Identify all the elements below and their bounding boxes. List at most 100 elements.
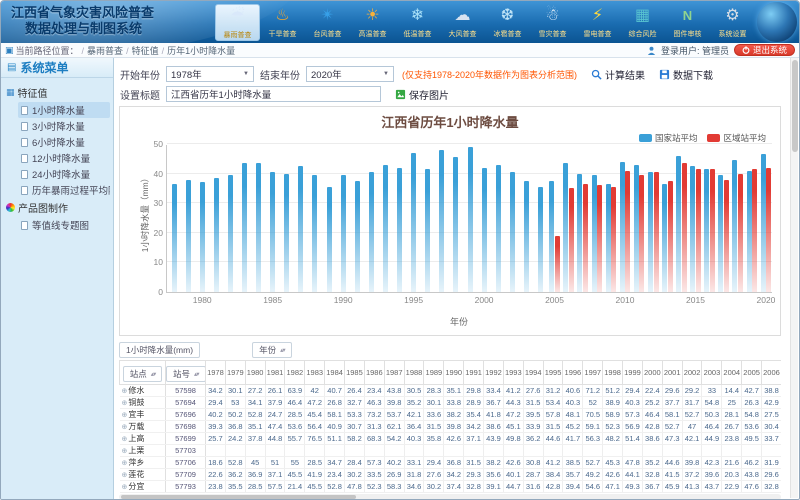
station-name-cell[interactable]: ⊕分宜 [120, 481, 166, 493]
nav-item-干旱普查[interactable]: ♨干旱普查 [260, 4, 305, 41]
sidebar-item-12小时降水量[interactable]: 12小时降水量 [18, 150, 110, 166]
year-column-header[interactable]: 2006 [762, 361, 781, 385]
year-column-header[interactable]: 1989 [424, 361, 444, 385]
nav-item-大风普查[interactable]: ☁大风普查 [440, 4, 485, 41]
year-column-header[interactable]: 1979 [225, 361, 245, 385]
station-name-cell[interactable]: ⊕上栗 [120, 445, 166, 457]
expander-icon[interactable]: ⊕ [122, 436, 128, 443]
sidebar-group-产品图制作[interactable]: 产品图制作 [4, 198, 110, 217]
end-year-select[interactable]: 2020年 ▼ [306, 66, 394, 82]
start-year-select[interactable]: 1978年 ▼ [166, 66, 254, 82]
nav-item-综合风险[interactable]: ▦综合风险 [620, 4, 665, 41]
nav-item-暴雨普查[interactable]: ☔暴雨普查 [215, 4, 260, 41]
expander-icon[interactable]: ⊕ [122, 388, 128, 395]
year-column-header[interactable]: 1980 [245, 361, 265, 385]
nav-item-冰雹普查[interactable]: ❆冰雹普查 [485, 4, 530, 41]
sidebar-item-24小时降水量[interactable]: 24小时降水量 [18, 166, 110, 182]
nav-item-label: 低温普查 [404, 29, 432, 39]
station-id-column-header[interactable]: 站号▴▾ [166, 361, 206, 385]
breadcrumb-item[interactable]: 历年1小时降水量 [167, 46, 235, 56]
sort-box[interactable]: 站号▴▾ [166, 366, 206, 382]
year-column-header[interactable]: 1993 [503, 361, 523, 385]
value-cell: 26.1 [265, 385, 285, 397]
expander-icon[interactable]: ⊕ [122, 448, 128, 455]
year-column-header[interactable]: 2003 [702, 361, 722, 385]
station-name-cell[interactable]: ⊕宜丰 [120, 409, 166, 421]
bar-national-2010 [620, 162, 625, 292]
x-tick-label: 2015 [680, 295, 710, 305]
station-column-header[interactable]: 站点▴▾ [120, 361, 166, 385]
year-column-header[interactable]: 1991 [464, 361, 484, 385]
year-column-header[interactable]: 1984 [325, 361, 345, 385]
table-metric-filter[interactable]: 1小时降水量(mm) [119, 342, 200, 358]
year-column-header[interactable]: 1996 [563, 361, 583, 385]
expander-icon[interactable]: ⊕ [122, 472, 128, 479]
nav-item-图件审核[interactable]: N图件审核 [665, 4, 710, 41]
sidebar-item-6小时降水量[interactable]: 6小时降水量 [18, 134, 110, 150]
year-column-header[interactable]: 1981 [265, 361, 285, 385]
vertical-scrollbar-thumb[interactable] [792, 60, 798, 152]
nav-item-台风普查[interactable]: ✴台风普查 [305, 4, 350, 41]
data-download-button[interactable]: 数据下载 [659, 67, 713, 82]
nav-item-label: 系统设置 [719, 29, 747, 39]
sidebar-item-等值线专题图[interactable]: 等值线专题图 [18, 217, 110, 233]
station-name-cell[interactable]: ⊕上高 [120, 433, 166, 445]
sidebar-item-历年暴雨过程平均降水量[interactable]: 历年暴雨过程平均降水量 [18, 182, 110, 198]
station-name-cell[interactable]: ⊕莲花 [120, 469, 166, 481]
nav-item-低温普查[interactable]: ❄低温普查 [395, 4, 440, 41]
bar-national-1994 [397, 168, 402, 292]
breadcrumb-item[interactable]: 特征值 [132, 46, 159, 56]
year-column-header[interactable]: 1982 [285, 361, 305, 385]
value-cell: 46.2 [742, 457, 762, 469]
expander-icon[interactable]: ⊕ [122, 424, 128, 431]
year-column-header[interactable]: 1995 [543, 361, 563, 385]
horizontal-scrollbar-thumb[interactable] [121, 495, 356, 499]
year-column-header[interactable]: 2001 [662, 361, 682, 385]
year-column-header[interactable]: 1983 [305, 361, 325, 385]
station-name-cell[interactable]: ⊕铜鼓 [120, 397, 166, 409]
station-name-cell[interactable]: ⊕萍乡 [120, 457, 166, 469]
expander-icon[interactable]: ⊕ [122, 460, 128, 467]
vertical-scrollbar[interactable] [790, 58, 798, 498]
chart-title-input[interactable] [166, 86, 381, 102]
table-year-filter[interactable]: 年份 ▴▾ [252, 342, 292, 358]
year-column-header[interactable]: 1990 [444, 361, 464, 385]
expander-icon[interactable]: ⊕ [122, 412, 128, 419]
year-column-header[interactable]: 2002 [682, 361, 702, 385]
year-column-header[interactable]: 1978 [206, 361, 226, 385]
year-column-header[interactable]: 1986 [364, 361, 384, 385]
year-column-header[interactable]: 1992 [484, 361, 504, 385]
bar-national-2007 [577, 174, 582, 292]
sidebar-item-3小时降水量[interactable]: 3小时降水量 [18, 118, 110, 134]
year-column-header[interactable]: 1988 [404, 361, 424, 385]
save-image-button[interactable]: 保存图片 [395, 87, 449, 102]
year-column-header[interactable]: 1997 [583, 361, 603, 385]
year-column-header[interactable]: 2004 [722, 361, 742, 385]
year-column-header[interactable]: 1985 [345, 361, 365, 385]
nav-item-系统设置[interactable]: ⚙系统设置 [710, 4, 755, 41]
year-column-header[interactable]: 2005 [742, 361, 762, 385]
station-name-cell[interactable]: ⊕万载 [120, 421, 166, 433]
table-row: ⊕宜丰5769640.250.252.824.728.545.458.153.3… [120, 409, 782, 421]
value-cell: 41.3 [682, 481, 702, 493]
station-name-cell[interactable]: ⊕修水 [120, 385, 166, 397]
high-temp-icon: ☀ [358, 4, 388, 28]
year-column-header[interactable]: 1994 [523, 361, 543, 385]
horizontal-scrollbar[interactable] [119, 494, 781, 500]
sidebar-group-特征值[interactable]: ▦特征值 [4, 83, 110, 102]
value-cell: 73.2 [364, 409, 384, 421]
nav-item-雷电普查[interactable]: ⚡雷电普查 [575, 4, 620, 41]
year-column-header[interactable]: 1999 [623, 361, 643, 385]
nav-item-高温普查[interactable]: ☀高温普查 [350, 4, 395, 41]
logout-button[interactable]: 退出系统 [734, 44, 795, 56]
nav-item-雪灾普查[interactable]: ☃雪灾普查 [530, 4, 575, 41]
breadcrumb-item[interactable]: 暴雨普查 [87, 46, 123, 56]
sidebar-item-1小时降水量[interactable]: 1小时降水量 [18, 102, 110, 118]
sort-box[interactable]: 站点▴▾ [123, 366, 163, 382]
expander-icon[interactable]: ⊕ [122, 400, 128, 407]
year-column-header[interactable]: 2000 [642, 361, 662, 385]
year-column-header[interactable]: 1987 [384, 361, 404, 385]
calc-result-button[interactable]: 计算结果 [591, 67, 645, 82]
expander-icon[interactable]: ⊕ [122, 484, 128, 491]
year-column-header[interactable]: 1998 [603, 361, 623, 385]
